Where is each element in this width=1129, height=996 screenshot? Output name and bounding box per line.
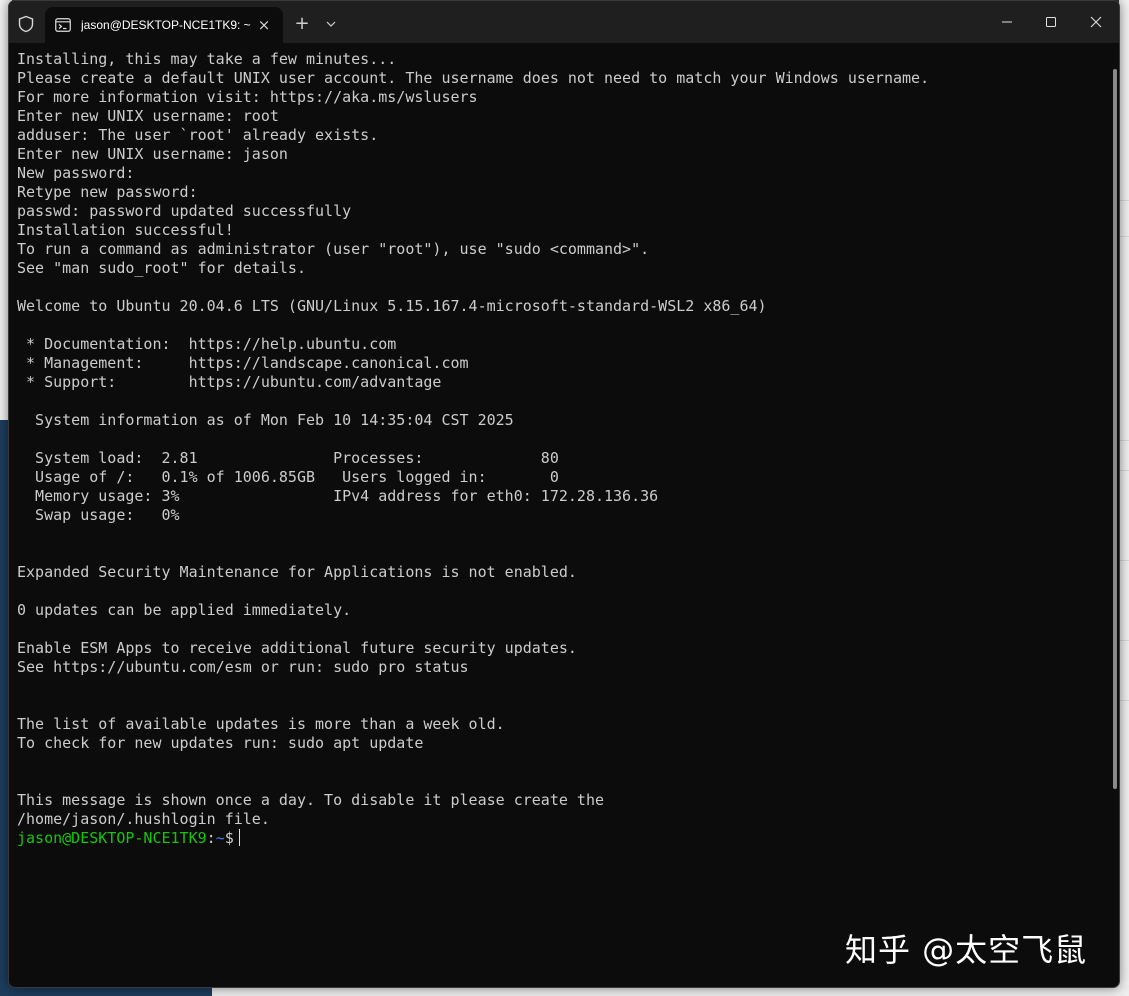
tab-title: jason@DESKTOP-NCE1TK9: ~: [81, 18, 251, 32]
prompt-separator: :: [206, 829, 216, 847]
maximize-button[interactable]: [1029, 5, 1073, 37]
terminal-line: System load: 2.81 Processes: 80: [17, 449, 559, 467]
maximize-icon: [1046, 17, 1056, 27]
shield-icon[interactable]: [17, 15, 35, 33]
background-divider: [1119, 470, 1129, 471]
new-tab-button[interactable]: +: [291, 13, 313, 35]
terminal-line: For more information visit: https://aka.…: [17, 88, 478, 106]
terminal-line: Installation successful!: [17, 221, 234, 239]
terminal-line: Memory usage: 3% IPv4 address for eth0: …: [17, 487, 659, 505]
terminal-window: jason@DESKTOP-NCE1TK9: ~ × + Installing,…: [8, 0, 1120, 988]
terminal-line: * Documentation: https://help.ubuntu.com: [17, 335, 397, 353]
terminal-line: Enter new UNIX username: root: [17, 107, 279, 125]
terminal-line: passwd: password updated successfully: [17, 202, 352, 220]
minimize-button[interactable]: [985, 5, 1029, 37]
terminal-line: 0 updates can be applied immediately.: [17, 601, 352, 619]
terminal-line: Please create a default UNIX user accoun…: [17, 69, 930, 87]
background-divider: [1119, 560, 1129, 561]
title-bar[interactable]: jason@DESKTOP-NCE1TK9: ~ × +: [9, 1, 1119, 43]
terminal-line: Swap usage: 0%: [17, 506, 180, 524]
terminal-line: See https://ubuntu.com/esm or run: sudo …: [17, 658, 469, 676]
minimize-icon: [1002, 21, 1012, 23]
terminal-line: Welcome to Ubuntu 20.04.6 LTS (GNU/Linux…: [17, 297, 767, 315]
terminal-tab-icon: [55, 18, 71, 32]
background-divider: [1119, 700, 1129, 701]
terminal-line: See "man sudo_root" for details.: [17, 259, 306, 277]
tab-close-button[interactable]: ×: [255, 16, 273, 34]
background-divider: [1119, 640, 1129, 641]
terminal-line: This message is shown once a day. To dis…: [17, 791, 604, 809]
background-divider: [1119, 440, 1129, 441]
chevron-down-icon: [326, 21, 336, 27]
tab-terminal[interactable]: jason@DESKTOP-NCE1TK9: ~ ×: [45, 7, 283, 43]
terminal-line: Enter new UNIX username: jason: [17, 145, 288, 163]
background-window-right-edge: [1119, 0, 1129, 996]
terminal-line: adduser: The user `root' already exists.: [17, 126, 379, 144]
prompt-user-host: jason@DESKTOP-NCE1TK9: [17, 829, 207, 847]
close-icon: [1090, 16, 1102, 28]
terminal-line: To check for new updates run: sudo apt u…: [17, 734, 424, 752]
terminal-output[interactable]: Installing, this may take a few minutes.…: [17, 50, 1107, 970]
terminal-line: Usage of /: 0.1% of 1006.85GB Users logg…: [17, 468, 559, 486]
terminal-line: System information as of Mon Feb 10 14:3…: [17, 411, 514, 429]
prompt-path: ~: [215, 829, 225, 847]
background-divider: [1119, 200, 1129, 201]
terminal-line: * Management: https://landscape.canonica…: [17, 354, 469, 372]
prompt-line[interactable]: jason@DESKTOP-NCE1TK9:~$: [17, 829, 1107, 848]
terminal-line: To run a command as administrator (user …: [17, 240, 650, 258]
terminal-line: Installing, this may take a few minutes.…: [17, 50, 397, 68]
terminal-line: Expanded Security Maintenance for Applic…: [17, 563, 577, 581]
scrollbar[interactable]: [1113, 69, 1117, 789]
watermark: 知乎 @太空飞鼠: [845, 931, 1088, 969]
background-divider: [1119, 236, 1129, 237]
terminal-line: Retype new password:: [17, 183, 198, 201]
prompt-symbol: $: [224, 829, 234, 847]
text-cursor: [238, 829, 240, 846]
terminal-line: /home/jason/.hushlogin file.: [17, 810, 270, 828]
profile-dropdown-button[interactable]: [321, 13, 341, 35]
terminal-line: Enable ESM Apps to receive additional fu…: [17, 639, 577, 657]
terminal-line: The list of available updates is more th…: [17, 715, 505, 733]
terminal-line: New password:: [17, 164, 135, 182]
terminal-line: * Support: https://ubuntu.com/advantage: [17, 373, 442, 391]
close-button[interactable]: [1074, 5, 1118, 37]
